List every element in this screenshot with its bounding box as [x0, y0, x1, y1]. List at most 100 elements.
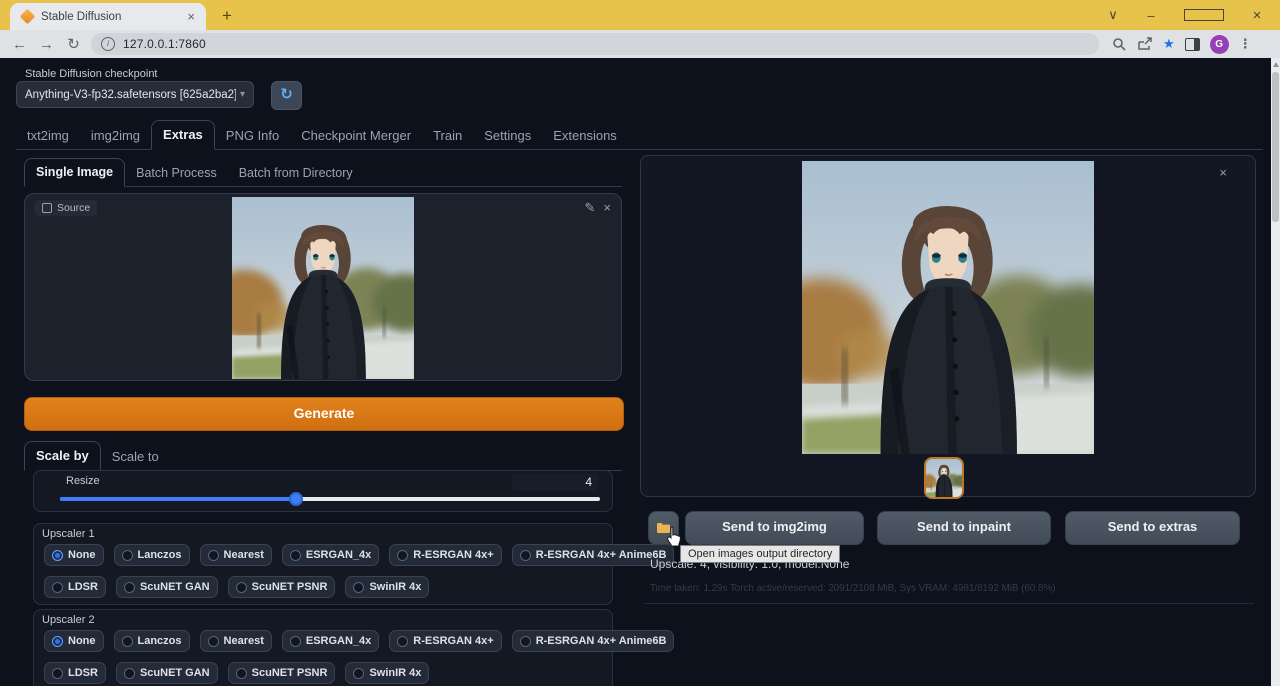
upscaler1-option-lanczos[interactable]: Lanczos	[114, 544, 190, 566]
image-icon	[42, 203, 52, 213]
generate-button[interactable]: Generate	[24, 397, 624, 431]
upscaler2-option-none[interactable]: None	[44, 630, 104, 652]
radio-icon	[353, 668, 364, 679]
source-image-dropzone[interactable]: Source ✎ ×	[24, 193, 622, 381]
radio-icon	[124, 582, 135, 593]
new-tab-button[interactable]: +	[216, 5, 238, 27]
source-label: Source	[57, 202, 90, 214]
tab-scale-by[interactable]: Scale by	[24, 441, 101, 471]
radio-icon	[290, 550, 301, 561]
tab-close-icon[interactable]: ×	[184, 9, 198, 24]
site-info-icon[interactable]: i	[101, 37, 115, 51]
scrollbar-thumb[interactable]	[1272, 72, 1279, 222]
upscaler1-option-scunet-gan[interactable]: ScuNET GAN	[116, 576, 218, 598]
favicon-icon	[20, 9, 36, 25]
tab-txt2img[interactable]: txt2img	[16, 122, 80, 150]
edit-image-icon[interactable]: ✎	[585, 202, 596, 214]
slider-fill	[60, 497, 296, 501]
main-tab-bar: txt2img img2img Extras PNG Info Checkpoi…	[16, 120, 1263, 150]
webui-page: Stable Diffusion checkpoint Anything-V3-…	[0, 58, 1280, 686]
tab-scale-to[interactable]: Scale to	[101, 443, 170, 471]
tab-png-info[interactable]: PNG Info	[215, 122, 290, 150]
checkpoint-dropdown[interactable]: Anything-V3-fp32.safetensors [625a2ba2] …	[16, 81, 254, 108]
upscaler2-option-resrgan4x[interactable]: R-ESRGAN 4x+	[389, 630, 501, 652]
scroll-up-icon[interactable]	[1273, 62, 1279, 67]
upscaler2-option-ldsr[interactable]: LDSR	[44, 662, 106, 684]
upscaler2-option-swinir4x[interactable]: SwinIR 4x	[345, 662, 429, 684]
reload-button[interactable]: ↻	[60, 35, 87, 53]
upscaler1-option-nearest[interactable]: Nearest	[200, 544, 272, 566]
page-scrollbar[interactable]	[1271, 58, 1280, 686]
upscaler1-option-none[interactable]: None	[44, 544, 104, 566]
upscaler1-option-esrgan4x[interactable]: ESRGAN_4x	[282, 544, 379, 566]
close-gallery-icon[interactable]: ×	[1219, 165, 1227, 180]
checkpoint-label: Stable Diffusion checkpoint	[25, 68, 158, 80]
divider	[644, 603, 1254, 604]
upscaler1-option-swinir4x[interactable]: SwinIR 4x	[345, 576, 429, 598]
upscaler2-option-esrgan4x[interactable]: ESRGAN_4x	[282, 630, 379, 652]
upscaler1-option-resrgan4x[interactable]: R-ESRGAN 4x+	[389, 544, 501, 566]
browser-menu-icon[interactable]: ⋮	[1239, 36, 1252, 52]
tab-train[interactable]: Train	[422, 122, 473, 150]
upscaler2-option-nearest[interactable]: Nearest	[200, 630, 272, 652]
upscaler2-option-lanczos[interactable]: Lanczos	[114, 630, 190, 652]
tab-checkpoint-merger[interactable]: Checkpoint Merger	[290, 122, 422, 150]
tab-settings[interactable]: Settings	[473, 122, 542, 150]
tab-single-image[interactable]: Single Image	[24, 158, 125, 187]
upscaler1-option-scunet-psnr[interactable]: ScuNET PSNR	[228, 576, 336, 598]
tooltip: Open images output directory	[680, 545, 840, 563]
share-icon[interactable]	[1137, 37, 1153, 51]
resize-value-input[interactable]: 4	[512, 474, 598, 491]
upscaler-2-panel: Upscaler 2 None Lanczos Nearest ESRGAN_4…	[33, 609, 613, 686]
source-chip: Source	[35, 200, 97, 216]
upscaler1-option-ldsr[interactable]: LDSR	[44, 576, 106, 598]
radio-icon	[236, 668, 247, 679]
upscaler-1-label: Upscaler 1	[42, 528, 95, 540]
zoom-icon[interactable]	[1112, 37, 1127, 52]
bookmark-star-icon[interactable]: ★	[1163, 36, 1175, 52]
tab-batch-process[interactable]: Batch Process	[125, 160, 228, 187]
resize-slider[interactable]	[60, 497, 600, 501]
tab-img2img[interactable]: img2img	[80, 122, 151, 150]
minimize-button[interactable]: –	[1132, 8, 1170, 23]
upscaler2-option-resrgan-anime6b[interactable]: R-ESRGAN 4x+ Anime6B	[512, 630, 675, 652]
side-panel-icon[interactable]	[1185, 38, 1200, 51]
upscaler-1-panel: Upscaler 1 None Lanczos Nearest ESRGAN_4…	[33, 523, 613, 605]
result-gallery: ×	[640, 155, 1256, 497]
mouse-cursor-hand	[664, 526, 683, 548]
browser-menu-chevron-icon[interactable]: ∨	[1094, 7, 1132, 23]
tab-batch-from-directory[interactable]: Batch from Directory	[228, 160, 364, 187]
radio-icon	[353, 582, 364, 593]
source-image	[232, 197, 414, 379]
upscaler2-option-scunet-gan[interactable]: ScuNET GAN	[116, 662, 218, 684]
maximize-button[interactable]	[1184, 9, 1224, 21]
close-window-button[interactable]: ×	[1238, 7, 1276, 24]
result-image[interactable]	[802, 161, 1094, 454]
checkpoint-value: Anything-V3-fp32.safetensors [625a2ba2]	[25, 89, 236, 101]
send-to-extras-button[interactable]: Send to extras	[1065, 511, 1240, 545]
back-button[interactable]: ←	[6, 36, 33, 53]
forward-button[interactable]: →	[33, 36, 60, 53]
browser-tab[interactable]: Stable Diffusion ×	[10, 3, 206, 30]
tab-extras[interactable]: Extras	[151, 120, 215, 150]
browser-tab-strip: Stable Diffusion × + ∨ – ×	[0, 0, 1280, 30]
chevron-down-icon: ▾	[240, 89, 245, 100]
upscaler2-option-scunet-psnr[interactable]: ScuNET PSNR	[228, 662, 336, 684]
clear-image-icon[interactable]: ×	[603, 202, 611, 214]
send-to-inpaint-button[interactable]: Send to inpaint	[877, 511, 1051, 545]
radio-icon	[520, 636, 531, 647]
scale-tab-bar: Scale by Scale to	[24, 443, 622, 471]
result-thumbnail[interactable]	[924, 457, 964, 499]
profile-avatar[interactable]: G	[1210, 35, 1229, 54]
send-to-img2img-button[interactable]: Send to img2img	[685, 511, 864, 545]
refresh-checkpoint-button[interactable]: ↻	[271, 81, 302, 110]
slider-handle[interactable]	[289, 492, 303, 506]
browser-window: Stable Diffusion × + ∨ – × ← → ↻ i 127.0…	[0, 0, 1280, 686]
tab-extensions[interactable]: Extensions	[542, 122, 628, 150]
radio-icon	[122, 636, 133, 647]
radio-icon	[52, 582, 63, 593]
upscaler-2-label: Upscaler 2	[42, 614, 95, 626]
radio-icon	[236, 582, 247, 593]
radio-icon	[124, 668, 135, 679]
address-bar[interactable]: i 127.0.0.1:7860	[91, 33, 1099, 55]
